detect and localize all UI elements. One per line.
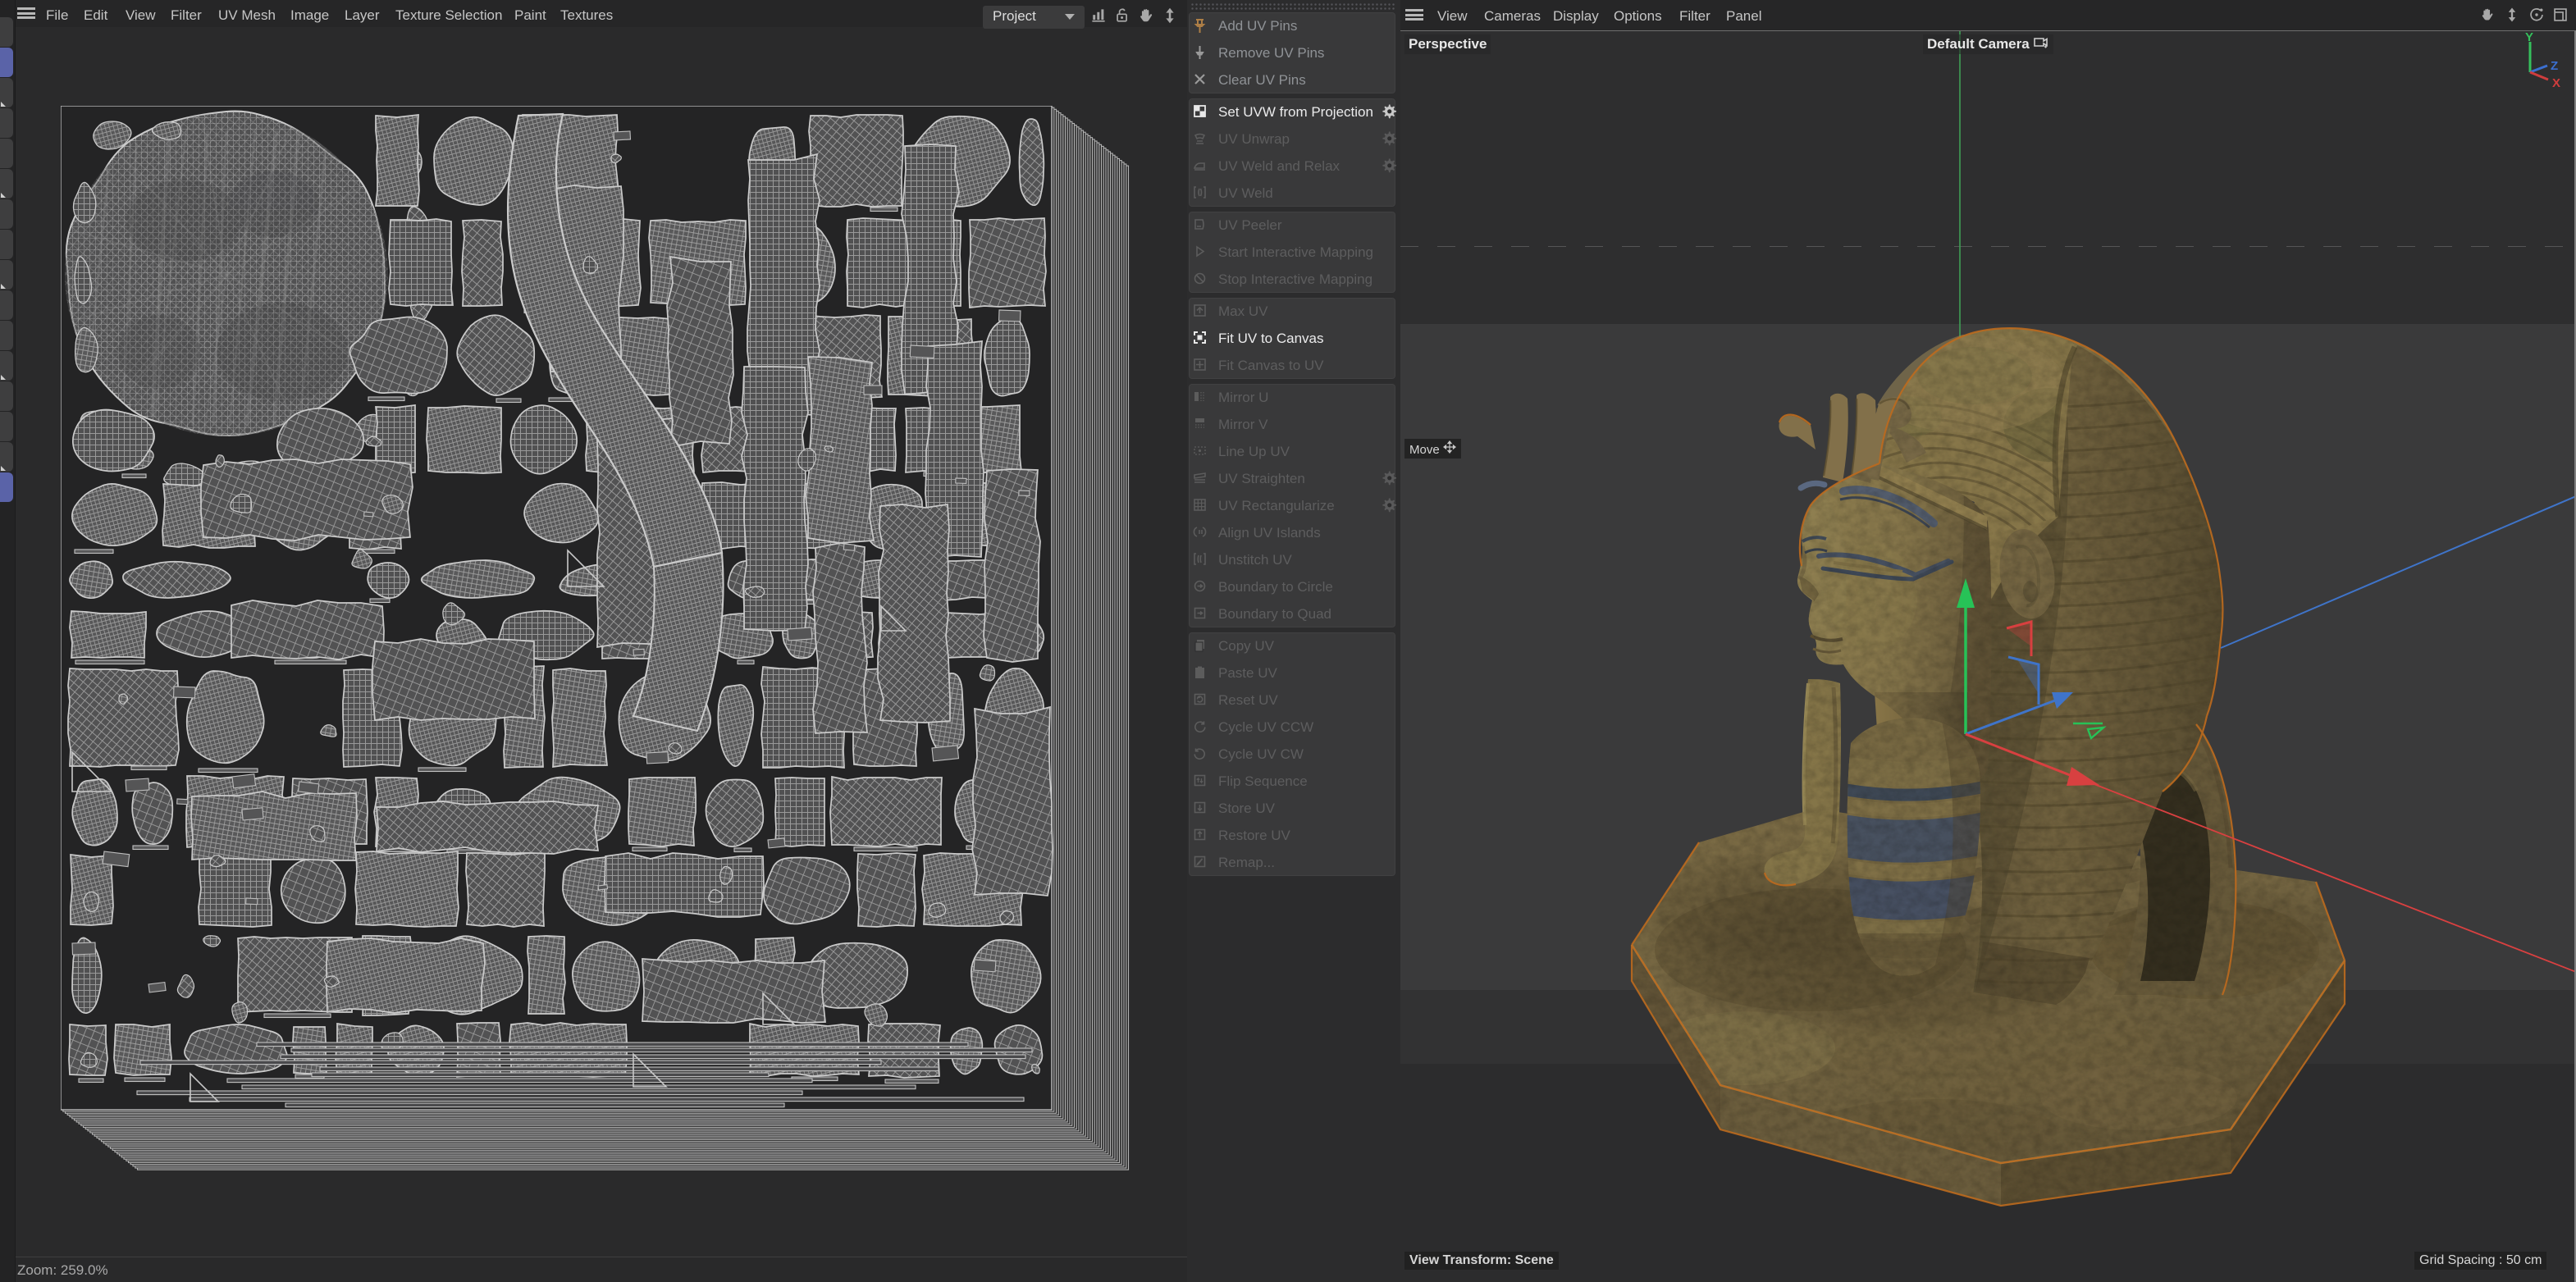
svg-text:Z: Z	[2551, 59, 2558, 73]
svg-text:Y: Y	[2525, 31, 2533, 44]
svg-text:X: X	[2552, 76, 2560, 90]
